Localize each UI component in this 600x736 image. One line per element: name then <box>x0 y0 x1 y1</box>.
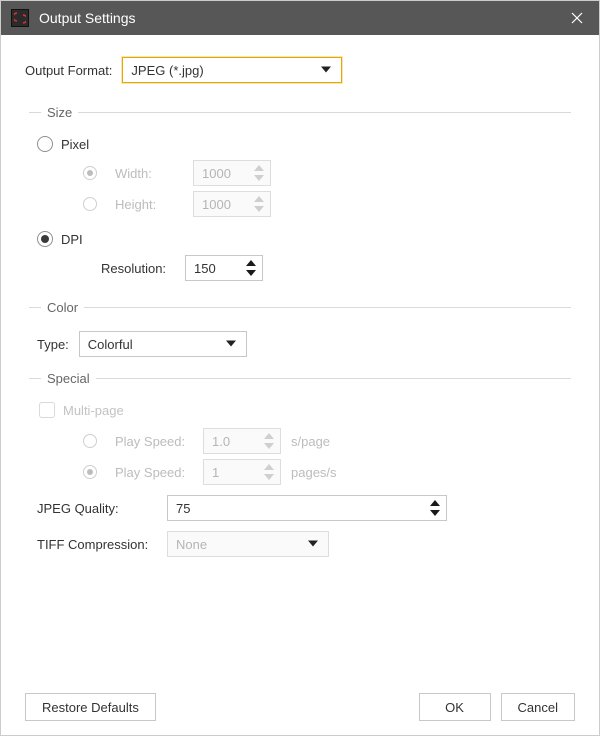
output-format-select[interactable]: JPEG (*.jpg) <box>122 57 342 83</box>
output-settings-dialog: Output Settings Output Format: JPEG (*.j… <box>0 0 600 736</box>
close-button[interactable] <box>555 1 599 35</box>
width-spinner: 1000 <box>193 160 271 186</box>
spinner-up-icon <box>252 164 266 173</box>
playspeed-a-row: Play Speed: 1.0 s/page <box>83 428 571 454</box>
app-icon <box>11 9 29 27</box>
dialog-content: Output Format: JPEG (*.jpg) Size Pixel W… <box>1 35 599 735</box>
size-legend: Size <box>41 105 78 120</box>
playspeed-a-value: 1.0 <box>212 434 230 449</box>
tiff-compression-row: TIFF Compression: None <box>37 531 571 557</box>
resolution-row: Resolution: 150 <box>101 255 571 281</box>
jpeg-quality-row: JPEG Quality: 75 <box>37 495 571 521</box>
spinner-down-icon[interactable] <box>428 509 442 518</box>
jpeg-quality-label: JPEG Quality: <box>37 501 167 516</box>
width-value: 1000 <box>202 166 231 181</box>
pixel-radio-label: Pixel <box>61 137 89 152</box>
spinner-down-icon <box>262 473 276 482</box>
color-type-row: Type: Colorful <box>37 331 571 357</box>
multipage-checkbox <box>39 402 55 418</box>
playspeed-b-row: Play Speed: 1 pages/s <box>83 459 571 485</box>
playspeed-b-label: Play Speed: <box>115 465 203 480</box>
height-spinner: 1000 <box>193 191 271 217</box>
output-format-row: Output Format: JPEG (*.jpg) <box>25 57 575 83</box>
tiff-compression-select: None <box>167 531 329 557</box>
height-subradio <box>83 197 105 211</box>
chevron-down-icon <box>319 63 333 78</box>
height-label: Height: <box>115 197 193 212</box>
playspeed-a-subradio <box>83 434 105 448</box>
playspeed-a-spinner: 1.0 <box>203 428 281 454</box>
tiff-compression-label: TIFF Compression: <box>37 537 167 552</box>
pixel-radio[interactable]: Pixel <box>37 136 571 152</box>
dpi-radio-label: DPI <box>61 232 83 247</box>
spinner-down-icon[interactable] <box>244 269 258 278</box>
width-row: Width: 1000 <box>83 160 571 186</box>
spinner-up-icon <box>262 432 276 441</box>
dialog-footer: Restore Defaults OK Cancel <box>25 675 575 721</box>
playspeed-b-spinner: 1 <box>203 459 281 485</box>
width-label: Width: <box>115 166 193 181</box>
color-group: Color Type: Colorful <box>29 300 571 357</box>
playspeed-a-label: Play Speed: <box>115 434 203 449</box>
color-legend: Color <box>41 300 84 315</box>
chevron-down-icon <box>306 537 320 552</box>
size-group: Size Pixel Width: 1000 <box>29 105 571 286</box>
width-subradio <box>83 166 105 180</box>
chevron-down-icon <box>224 337 238 352</box>
special-group: Special Multi-page Play Speed: 1.0 s/pa <box>29 371 571 561</box>
height-value: 1000 <box>202 197 231 212</box>
resolution-spinner[interactable]: 150 <box>185 255 263 281</box>
spinner-up-icon <box>262 463 276 472</box>
playspeed-b-unit: pages/s <box>291 465 337 480</box>
spinner-down-icon <box>252 174 266 183</box>
spinner-down-icon <box>252 205 266 214</box>
height-row: Height: 1000 <box>83 191 571 217</box>
spinner-up-icon <box>252 195 266 204</box>
jpeg-quality-value: 75 <box>176 501 190 516</box>
restore-defaults-button[interactable]: Restore Defaults <box>25 693 156 721</box>
cancel-button[interactable]: Cancel <box>501 693 575 721</box>
ok-button[interactable]: OK <box>419 693 491 721</box>
tiff-compression-value: None <box>176 537 207 552</box>
playspeed-a-unit: s/page <box>291 434 330 449</box>
spinner-down-icon <box>262 442 276 451</box>
resolution-label: Resolution: <box>101 261 185 276</box>
color-type-value: Colorful <box>88 337 133 352</box>
color-type-select[interactable]: Colorful <box>79 331 247 357</box>
output-format-label: Output Format: <box>25 63 112 78</box>
playspeed-b-subradio <box>83 465 105 479</box>
spinner-up-icon[interactable] <box>244 259 258 268</box>
resolution-value: 150 <box>194 261 216 276</box>
playspeed-b-value: 1 <box>212 465 219 480</box>
special-legend: Special <box>41 371 96 386</box>
color-type-label: Type: <box>37 337 69 352</box>
close-icon <box>571 12 583 24</box>
titlebar: Output Settings <box>1 1 599 35</box>
dpi-radio[interactable]: DPI <box>37 231 571 247</box>
multipage-row: Multi-page <box>39 402 571 418</box>
window-title: Output Settings <box>39 10 136 26</box>
jpeg-quality-spinner[interactable]: 75 <box>167 495 447 521</box>
multipage-label: Multi-page <box>63 403 124 418</box>
output-format-value: JPEG (*.jpg) <box>131 63 203 78</box>
spinner-up-icon[interactable] <box>428 499 442 508</box>
